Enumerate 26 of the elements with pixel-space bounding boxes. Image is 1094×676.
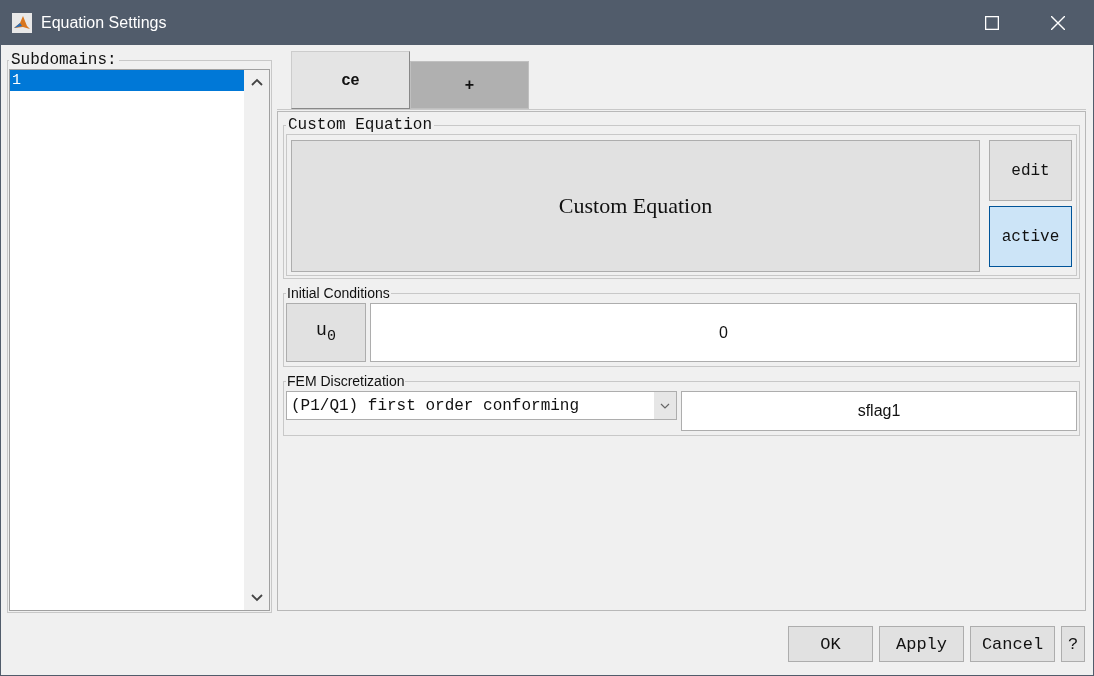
toggle-button[interactable]: active: [989, 206, 1072, 267]
input-field[interactable]: 0: [370, 303, 1077, 362]
input-field[interactable]: sflag1: [681, 391, 1077, 431]
section-title: Custom Equation: [287, 116, 434, 134]
close-icon[interactable]: [1051, 16, 1065, 30]
tab[interactable]: +: [410, 61, 529, 109]
scroll-down-icon[interactable]: [250, 594, 263, 602]
subdomains-label: Subdomains:: [10, 51, 118, 69]
section-title: Initial Conditions: [286, 285, 391, 301]
tab[interactable]: ce: [291, 51, 410, 109]
app-logo-icon: [12, 13, 32, 33]
dialog-button[interactable]: ?: [1061, 626, 1085, 662]
scrollbar[interactable]: [244, 70, 269, 610]
chevron-down-icon: [660, 402, 670, 409]
list-item[interactable]: 1: [10, 70, 244, 91]
window-title: Equation Settings: [41, 14, 167, 32]
variable-button[interactable]: u$_{0}$: [286, 303, 366, 362]
dialog-button[interactable]: Apply: [879, 626, 964, 662]
toggle-button[interactable]: edit: [989, 140, 1072, 201]
scroll-up-icon[interactable]: [250, 78, 263, 86]
maximize-icon[interactable]: [985, 16, 999, 30]
dialog-button[interactable]: OK: [788, 626, 873, 662]
dropdown[interactable]: (P1/Q1) first order conforming: [286, 391, 677, 420]
dialog-button[interactable]: Cancel: [970, 626, 1055, 662]
section-title: FEM Discretization: [286, 373, 406, 389]
equation-button[interactable]: Custom Equation: [291, 140, 980, 272]
